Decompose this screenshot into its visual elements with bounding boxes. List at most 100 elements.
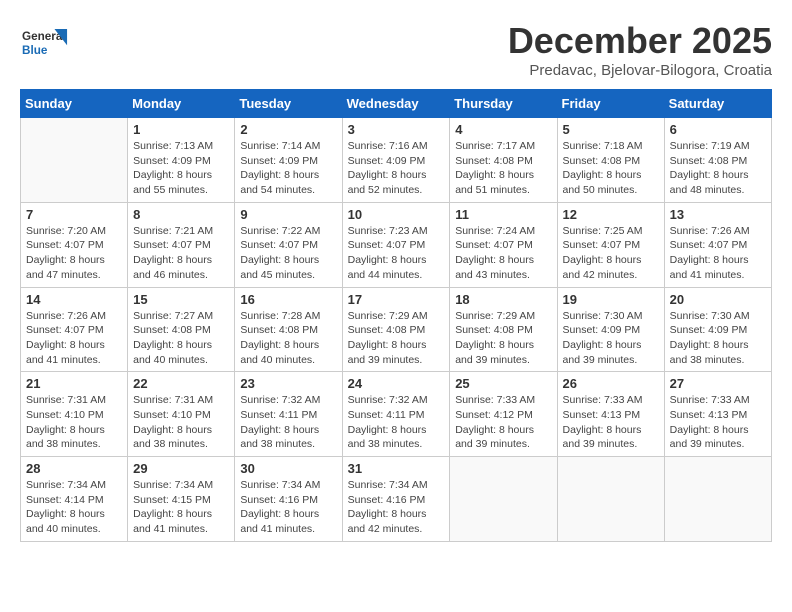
day-info: Sunrise: 7:29 AM Sunset: 4:08 PM Dayligh…: [348, 309, 445, 368]
day-number: 8: [133, 207, 229, 222]
day-info: Sunrise: 7:20 AM Sunset: 4:07 PM Dayligh…: [26, 224, 122, 283]
calendar-cell: 21 Sunrise: 7:31 AM Sunset: 4:10 PM Dayli…: [21, 372, 128, 457]
day-info: Sunrise: 7:33 AM Sunset: 4:13 PM Dayligh…: [670, 393, 766, 452]
calendar-body: 1Sunrise: 7:13 AM Sunset: 4:09 PM Daylig…: [21, 118, 772, 542]
calendar-cell: 20Sunrise: 7:30 AM Sunset: 4:09 PM Dayli…: [664, 287, 771, 372]
calendar-cell: 30 Sunrise: 7:34 AM Sunset: 4:16 PM Dayli…: [235, 457, 342, 542]
day-number: 28: [26, 461, 122, 476]
day-info: Sunrise: 7:30 AM Sunset: 4:09 PM Dayligh…: [563, 309, 659, 368]
calendar-cell: 28 Sunrise: 7:34 AM Sunset: 4:14 PM Dayli…: [21, 457, 128, 542]
day-info: Sunrise: 7:31 AM Sunset: 4:10 PM Dayligh…: [26, 393, 122, 452]
day-info: Sunrise: 7:31 AM Sunset: 4:10 PM Dayligh…: [133, 393, 229, 452]
calendar-cell: 1Sunrise: 7:13 AM Sunset: 4:09 PM Daylig…: [128, 118, 235, 203]
svg-text:Blue: Blue: [22, 44, 48, 57]
calendar-cell: 31Sunrise: 7:34 AM Sunset: 4:16 PM Dayli…: [342, 457, 450, 542]
week-row-1: 1Sunrise: 7:13 AM Sunset: 4:09 PM Daylig…: [21, 118, 772, 203]
day-info: Sunrise: 7:32 AM Sunset: 4:11 PM Dayligh…: [240, 393, 336, 452]
calendar-cell: 8 Sunrise: 7:21 AM Sunset: 4:07 PM Daylig…: [128, 202, 235, 287]
day-number: 14: [26, 292, 122, 307]
column-header-thursday: Thursday: [450, 90, 557, 118]
day-info: Sunrise: 7:26 AM Sunset: 4:07 PM Dayligh…: [670, 224, 766, 283]
calendar-cell: 5 Sunrise: 7:18 AM Sunset: 4:08 PM Daylig…: [557, 118, 664, 203]
day-info: Sunrise: 7:34 AM Sunset: 4:16 PM Dayligh…: [348, 478, 445, 537]
calendar-cell: [664, 457, 771, 542]
day-number: 1: [133, 122, 229, 137]
day-number: 18: [455, 292, 551, 307]
day-info: Sunrise: 7:34 AM Sunset: 4:16 PM Dayligh…: [240, 478, 336, 537]
day-number: 13: [670, 207, 766, 222]
day-info: Sunrise: 7:23 AM Sunset: 4:07 PM Dayligh…: [348, 224, 445, 283]
day-info: Sunrise: 7:34 AM Sunset: 4:14 PM Dayligh…: [26, 478, 122, 537]
calendar-cell: [21, 118, 128, 203]
calendar-cell: 12 Sunrise: 7:25 AM Sunset: 4:07 PM Dayli…: [557, 202, 664, 287]
logo: General Blue: [20, 20, 70, 65]
calendar-cell: 16 Sunrise: 7:28 AM Sunset: 4:08 PM Dayli…: [235, 287, 342, 372]
calendar-cell: 4Sunrise: 7:17 AM Sunset: 4:08 PM Daylig…: [450, 118, 557, 203]
day-info: Sunrise: 7:25 AM Sunset: 4:07 PM Dayligh…: [563, 224, 659, 283]
calendar-cell: 18 Sunrise: 7:29 AM Sunset: 4:08 PM Dayli…: [450, 287, 557, 372]
calendar-cell: 22 Sunrise: 7:31 AM Sunset: 4:10 PM Dayli…: [128, 372, 235, 457]
day-number: 29: [133, 461, 229, 476]
calendar-cell: 3 Sunrise: 7:16 AM Sunset: 4:09 PM Daylig…: [342, 118, 450, 203]
day-number: 5: [563, 122, 659, 137]
calendar-cell: 24Sunrise: 7:32 AM Sunset: 4:11 PM Dayli…: [342, 372, 450, 457]
calendar-cell: 11Sunrise: 7:24 AM Sunset: 4:07 PM Dayli…: [450, 202, 557, 287]
day-number: 6: [670, 122, 766, 137]
calendar-cell: 9 Sunrise: 7:22 AM Sunset: 4:07 PM Daylig…: [235, 202, 342, 287]
calendar-cell: 27Sunrise: 7:33 AM Sunset: 4:13 PM Dayli…: [664, 372, 771, 457]
day-number: 16: [240, 292, 336, 307]
day-number: 9: [240, 207, 336, 222]
day-number: 10: [348, 207, 445, 222]
day-info: Sunrise: 7:32 AM Sunset: 4:11 PM Dayligh…: [348, 393, 445, 452]
day-number: 19: [563, 292, 659, 307]
calendar-cell: 7 Sunrise: 7:20 AM Sunset: 4:07 PM Daylig…: [21, 202, 128, 287]
column-header-wednesday: Wednesday: [342, 90, 450, 118]
day-number: 2: [240, 122, 336, 137]
day-number: 25: [455, 376, 551, 391]
calendar-cell: 25 Sunrise: 7:33 AM Sunset: 4:12 PM Dayli…: [450, 372, 557, 457]
calendar-cell: 2Sunrise: 7:14 AM Sunset: 4:09 PM Daylig…: [235, 118, 342, 203]
title-block: December 2025 Predavac, Bjelovar-Bilogor…: [508, 20, 772, 79]
calendar-cell: 15 Sunrise: 7:27 AM Sunset: 4:08 PM Dayli…: [128, 287, 235, 372]
day-info: Sunrise: 7:22 AM Sunset: 4:07 PM Dayligh…: [240, 224, 336, 283]
week-row-4: 21 Sunrise: 7:31 AM Sunset: 4:10 PM Dayli…: [21, 372, 772, 457]
calendar-cell: 26Sunrise: 7:33 AM Sunset: 4:13 PM Dayli…: [557, 372, 664, 457]
day-info: Sunrise: 7:28 AM Sunset: 4:08 PM Dayligh…: [240, 309, 336, 368]
month-title: December 2025: [508, 20, 772, 62]
column-header-monday: Monday: [128, 90, 235, 118]
day-info: Sunrise: 7:18 AM Sunset: 4:08 PM Dayligh…: [563, 139, 659, 198]
day-info: Sunrise: 7:16 AM Sunset: 4:09 PM Dayligh…: [348, 139, 445, 198]
day-number: 15: [133, 292, 229, 307]
day-number: 17: [348, 292, 445, 307]
week-row-3: 14Sunrise: 7:26 AM Sunset: 4:07 PM Dayli…: [21, 287, 772, 372]
day-info: Sunrise: 7:19 AM Sunset: 4:08 PM Dayligh…: [670, 139, 766, 198]
day-number: 3: [348, 122, 445, 137]
day-number: 7: [26, 207, 122, 222]
column-header-tuesday: Tuesday: [235, 90, 342, 118]
logo-icon: General Blue: [20, 20, 70, 65]
calendar-cell: 13 Sunrise: 7:26 AM Sunset: 4:07 PM Dayli…: [664, 202, 771, 287]
column-header-sunday: Sunday: [21, 90, 128, 118]
day-info: Sunrise: 7:27 AM Sunset: 4:08 PM Dayligh…: [133, 309, 229, 368]
calendar-cell: [450, 457, 557, 542]
day-number: 30: [240, 461, 336, 476]
day-number: 21: [26, 376, 122, 391]
calendar-cell: 6 Sunrise: 7:19 AM Sunset: 4:08 PM Daylig…: [664, 118, 771, 203]
column-header-saturday: Saturday: [664, 90, 771, 118]
calendar-cell: 17 Sunrise: 7:29 AM Sunset: 4:08 PM Dayli…: [342, 287, 450, 372]
day-info: Sunrise: 7:33 AM Sunset: 4:12 PM Dayligh…: [455, 393, 551, 452]
day-info: Sunrise: 7:30 AM Sunset: 4:09 PM Dayligh…: [670, 309, 766, 368]
day-info: Sunrise: 7:29 AM Sunset: 4:08 PM Dayligh…: [455, 309, 551, 368]
day-number: 22: [133, 376, 229, 391]
day-info: Sunrise: 7:21 AM Sunset: 4:07 PM Dayligh…: [133, 224, 229, 283]
calendar-table: SundayMondayTuesdayWednesdayThursdayFrid…: [20, 89, 772, 542]
column-header-friday: Friday: [557, 90, 664, 118]
calendar-cell: [557, 457, 664, 542]
day-number: 26: [563, 376, 659, 391]
day-number: 11: [455, 207, 551, 222]
calendar-cell: 19 Sunrise: 7:30 AM Sunset: 4:09 PM Dayli…: [557, 287, 664, 372]
day-number: 23: [240, 376, 336, 391]
day-number: 12: [563, 207, 659, 222]
week-row-5: 28 Sunrise: 7:34 AM Sunset: 4:14 PM Dayli…: [21, 457, 772, 542]
day-info: Sunrise: 7:34 AM Sunset: 4:15 PM Dayligh…: [133, 478, 229, 537]
